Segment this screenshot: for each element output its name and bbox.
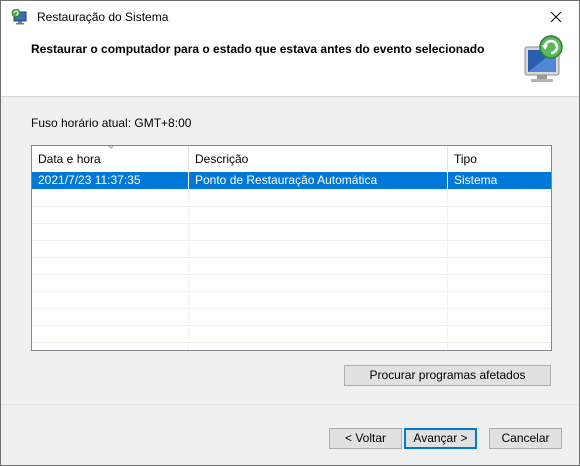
footer-divider — [1, 404, 579, 405]
timezone-label: Fuso horário atual: GMT+8:00 — [31, 116, 192, 130]
empty-row-gridline — [32, 257, 551, 258]
window-title: Restauração do Sistema — [37, 10, 169, 24]
cell-date: 2021/7/23 11:37:35 — [32, 172, 189, 189]
empty-row-gridline — [32, 223, 551, 224]
restore-points-table[interactable]: Data e hora Descrição Tipo 2021/7/23 11:… — [31, 145, 552, 351]
empty-row-gridline — [32, 342, 551, 343]
cell-description: Ponto de Restauração Automática — [189, 172, 448, 189]
title-bar[interactable]: Restauração do Sistema — [1, 1, 579, 33]
empty-row-gridline — [32, 206, 551, 207]
cell-type: Sistema — [454, 173, 498, 187]
sort-arrow-icon — [108, 146, 114, 149]
header-divider — [1, 96, 579, 97]
table-header: Data e hora Descrição Tipo — [32, 146, 551, 170]
wizard-header: Restaurar o computador para o estado que… — [1, 33, 579, 97]
close-icon — [550, 11, 562, 23]
column-description-header[interactable]: Descrição — [189, 146, 448, 170]
next-button[interactable]: Avançar > — [404, 428, 477, 449]
system-restore-icon — [519, 33, 567, 85]
column-type-header[interactable]: Tipo — [448, 146, 551, 170]
empty-column-gridline — [188, 190, 189, 350]
scan-affected-programs-button[interactable]: Procurar programas afetados — [344, 365, 551, 386]
empty-row-gridline — [32, 291, 551, 292]
empty-row-gridline — [32, 274, 551, 275]
close-button[interactable] — [533, 1, 579, 33]
empty-row-gridline — [32, 308, 551, 309]
empty-column-gridline — [447, 190, 448, 350]
column-date-header[interactable]: Data e hora — [32, 146, 189, 170]
column-description-label: Descrição — [195, 152, 249, 166]
header-title: Restaurar o computador para o estado que… — [31, 42, 485, 56]
column-date-label: Data e hora — [38, 152, 101, 166]
system-restore-icon — [11, 8, 29, 25]
empty-row-gridline — [32, 240, 551, 241]
table-row[interactable]: 2021/7/23 11:37:35 Ponto de Restauração … — [32, 172, 551, 189]
system-restore-window: Restauração do Sistema Restaurar o compu… — [0, 0, 580, 466]
back-button[interactable]: < Voltar — [329, 428, 402, 449]
column-type-label: Tipo — [454, 152, 477, 166]
cancel-button[interactable]: Cancelar — [489, 428, 562, 449]
empty-row-gridline — [32, 325, 551, 326]
